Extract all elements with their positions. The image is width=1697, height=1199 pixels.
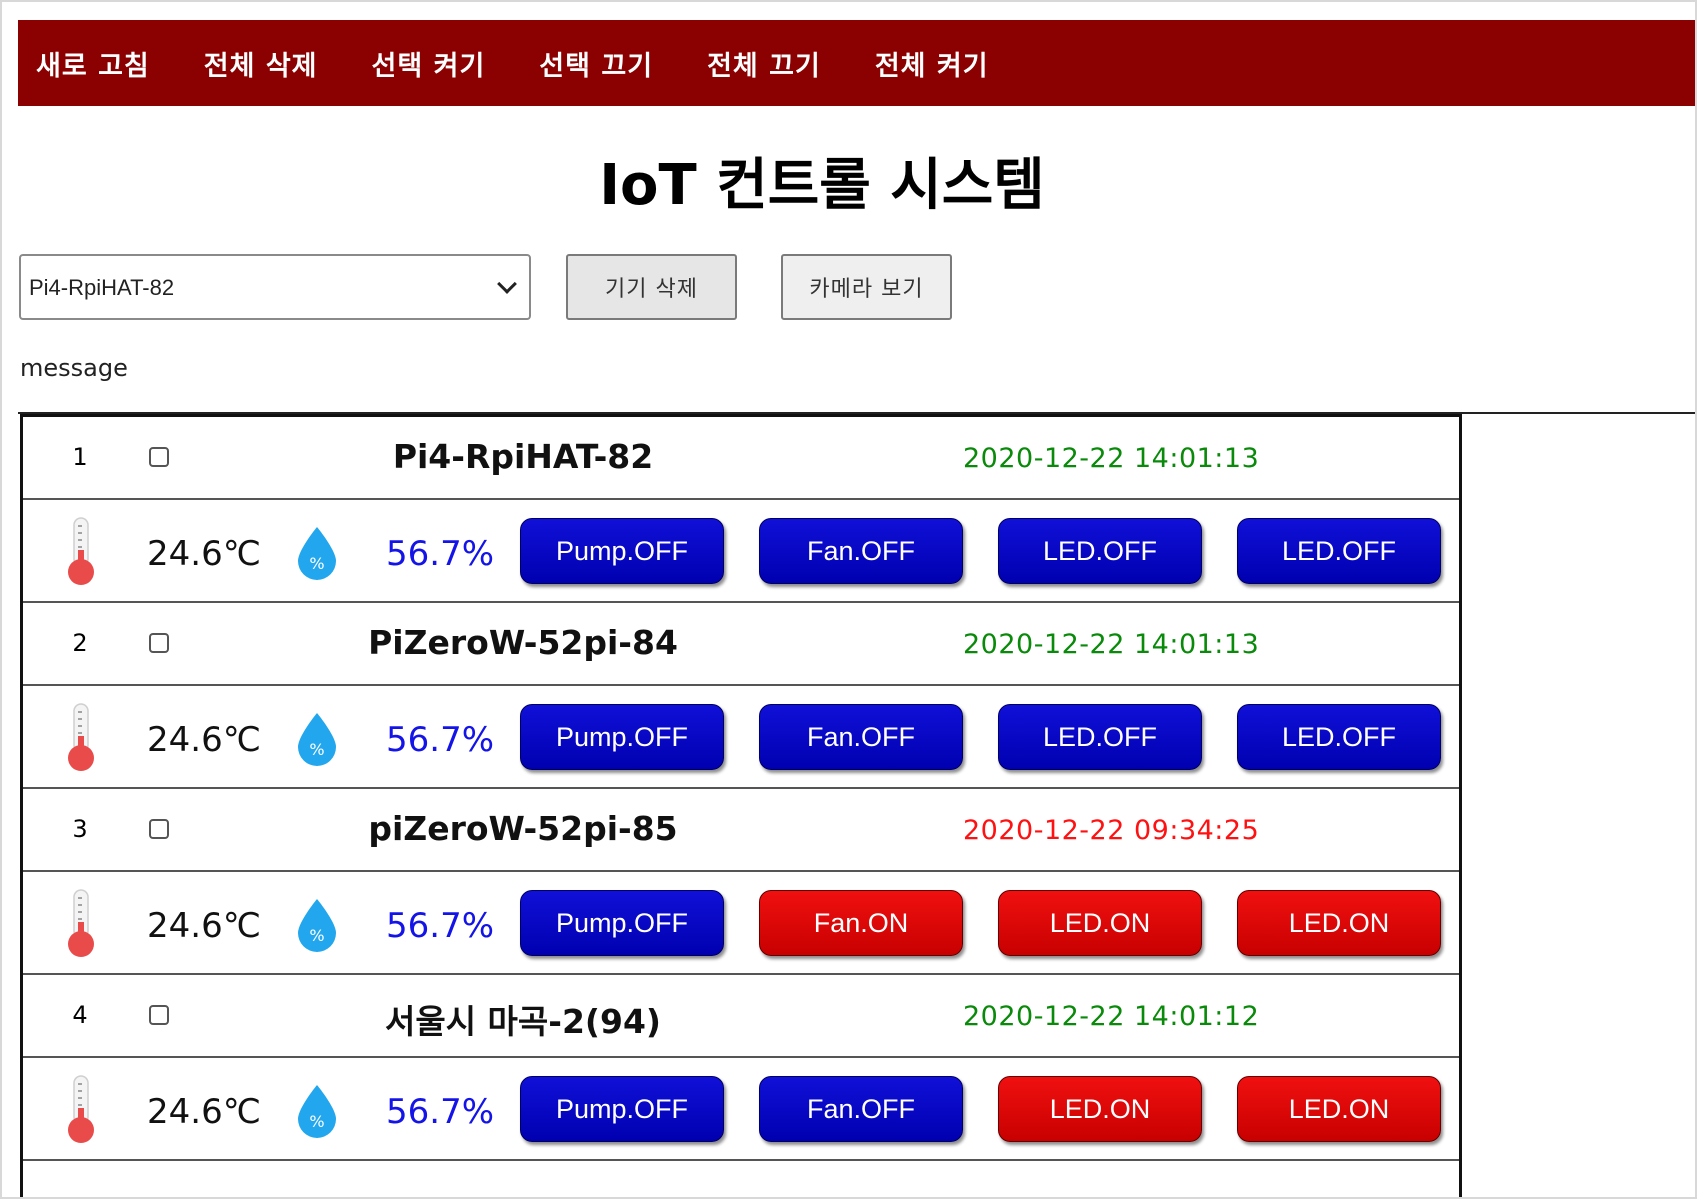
thermometer-icon (68, 703, 94, 771)
fan-toggle-button[interactable]: Fan.OFF (759, 1076, 963, 1142)
pump-toggle-button[interactable]: Pump.OFF (520, 890, 724, 956)
humidity-drop-icon: % (298, 899, 336, 952)
nav-delete-all[interactable]: 전체 삭제 (204, 44, 318, 83)
device-name: Pi4-RpiHAT-82 (392, 437, 654, 476)
device-header-row: 4 서울시 마곡-2(94) 2020-12-22 14:01:12 (23, 975, 1459, 1058)
temperature-value: 24.6℃ (147, 1092, 261, 1132)
nav-all-off[interactable]: 전체 끄기 (707, 44, 821, 83)
humidity-drop-icon: % (298, 1085, 336, 1138)
device-header-row: 2 PiZeroW-52pi-84 2020-12-22 14:01:13 (23, 603, 1459, 686)
temperature-value: 24.6℃ (147, 720, 261, 760)
pump-toggle-button[interactable]: Pump.OFF (520, 1076, 724, 1142)
top-nav: 새로 고침 전체 삭제 선택 켜기 선택 끄기 전체 끄기 전체 켜기 (18, 20, 1695, 106)
device-name: piZeroW-52pi-85 (368, 809, 678, 848)
led-toggle-button[interactable]: LED.ON (998, 1076, 1202, 1142)
thermometer-icon (68, 1075, 94, 1143)
message-text: message (20, 354, 128, 382)
led-toggle-button-2[interactable]: LED.OFF (1237, 704, 1441, 770)
thermometer-icon (68, 517, 94, 585)
device-last-update: 2020-12-22 14:01:12 (963, 1001, 1260, 1032)
device-name: PiZeroW-52pi-84 (368, 623, 678, 662)
device-name: 서울시 마곡-2(94) (384, 1002, 662, 1041)
device-checkbox[interactable] (149, 819, 169, 839)
page-title: IoT 컨트롤 시스템 (599, 153, 1045, 218)
device-number: 1 (72, 443, 88, 471)
fan-toggle-button[interactable]: Fan.OFF (759, 704, 963, 770)
device-table: 1 Pi4-RpiHAT-82 2020-12-22 14:01:13 24.6… (20, 414, 1462, 1197)
device-number: 3 (72, 815, 88, 843)
pump-toggle-button[interactable]: Pump.OFF (520, 518, 724, 584)
device-sensor-row: 24.6℃ % 56.7% Pump.OFF Fan.OFF LED.OFF L… (23, 500, 1459, 603)
fan-toggle-button[interactable]: Fan.ON (759, 890, 963, 956)
pump-toggle-button[interactable]: Pump.OFF (520, 704, 724, 770)
nav-selected-on[interactable]: 선택 켜기 (372, 44, 486, 83)
device-number: 2 (72, 629, 88, 657)
app-window: 새로 고침 전체 삭제 선택 켜기 선택 끄기 전체 끄기 전체 켜기 IoT … (0, 0, 1697, 1199)
device-header-row: 1 Pi4-RpiHAT-82 2020-12-22 14:01:13 (23, 417, 1459, 500)
humidity-drop-icon: % (298, 713, 336, 766)
fan-toggle-button[interactable]: Fan.OFF (759, 518, 963, 584)
led-toggle-button-2[interactable]: LED.ON (1237, 890, 1441, 956)
led-toggle-button[interactable]: LED.OFF (998, 704, 1202, 770)
device-checkbox[interactable] (149, 447, 169, 467)
led-toggle-button[interactable]: LED.OFF (998, 518, 1202, 584)
device-last-update: 2020-12-22 14:01:13 (963, 629, 1260, 660)
temperature-value: 24.6℃ (147, 906, 261, 946)
led-toggle-button-2[interactable]: LED.ON (1237, 1076, 1441, 1142)
device-number: 4 (72, 1001, 88, 1029)
delete-device-button[interactable]: 기기 삭제 (566, 254, 737, 320)
humidity-value: 56.7% (386, 1092, 495, 1132)
svg-text:%: % (309, 740, 324, 759)
device-sensor-row: 24.6℃ % 56.7% Pump.OFF Fan.OFF LED.ON LE… (23, 1058, 1459, 1161)
svg-text:%: % (309, 554, 324, 573)
led-toggle-button[interactable]: LED.ON (998, 890, 1202, 956)
device-header-row: 3 piZeroW-52pi-85 2020-12-22 09:34:25 (23, 789, 1459, 872)
thermometer-icon (68, 889, 94, 957)
humidity-drop-icon: % (298, 527, 336, 580)
svg-text:%: % (309, 1112, 324, 1131)
device-sensor-row: 24.6℃ % 56.7% Pump.OFF Fan.ON LED.ON LED… (23, 872, 1459, 975)
humidity-value: 56.7% (386, 534, 495, 574)
humidity-value: 56.7% (386, 720, 495, 760)
device-checkbox[interactable] (149, 633, 169, 653)
nav-all-on[interactable]: 전체 켜기 (875, 44, 989, 83)
nav-selected-off[interactable]: 선택 끄기 (539, 44, 653, 83)
nav-refresh[interactable]: 새로 고침 (36, 44, 150, 83)
device-last-update: 2020-12-22 09:34:25 (963, 815, 1260, 846)
device-last-update: 2020-12-22 14:01:13 (963, 443, 1260, 474)
svg-text:%: % (309, 926, 324, 945)
led-toggle-button-2[interactable]: LED.OFF (1237, 518, 1441, 584)
view-camera-button[interactable]: 카메라 보기 (781, 254, 952, 320)
device-checkbox[interactable] (149, 1005, 169, 1025)
temperature-value: 24.6℃ (147, 534, 261, 574)
device-select[interactable]: Pi4-RpiHAT-82 (19, 254, 531, 320)
humidity-value: 56.7% (386, 906, 495, 946)
device-sensor-row: 24.6℃ % 56.7% Pump.OFF Fan.OFF LED.OFF L… (23, 686, 1459, 789)
